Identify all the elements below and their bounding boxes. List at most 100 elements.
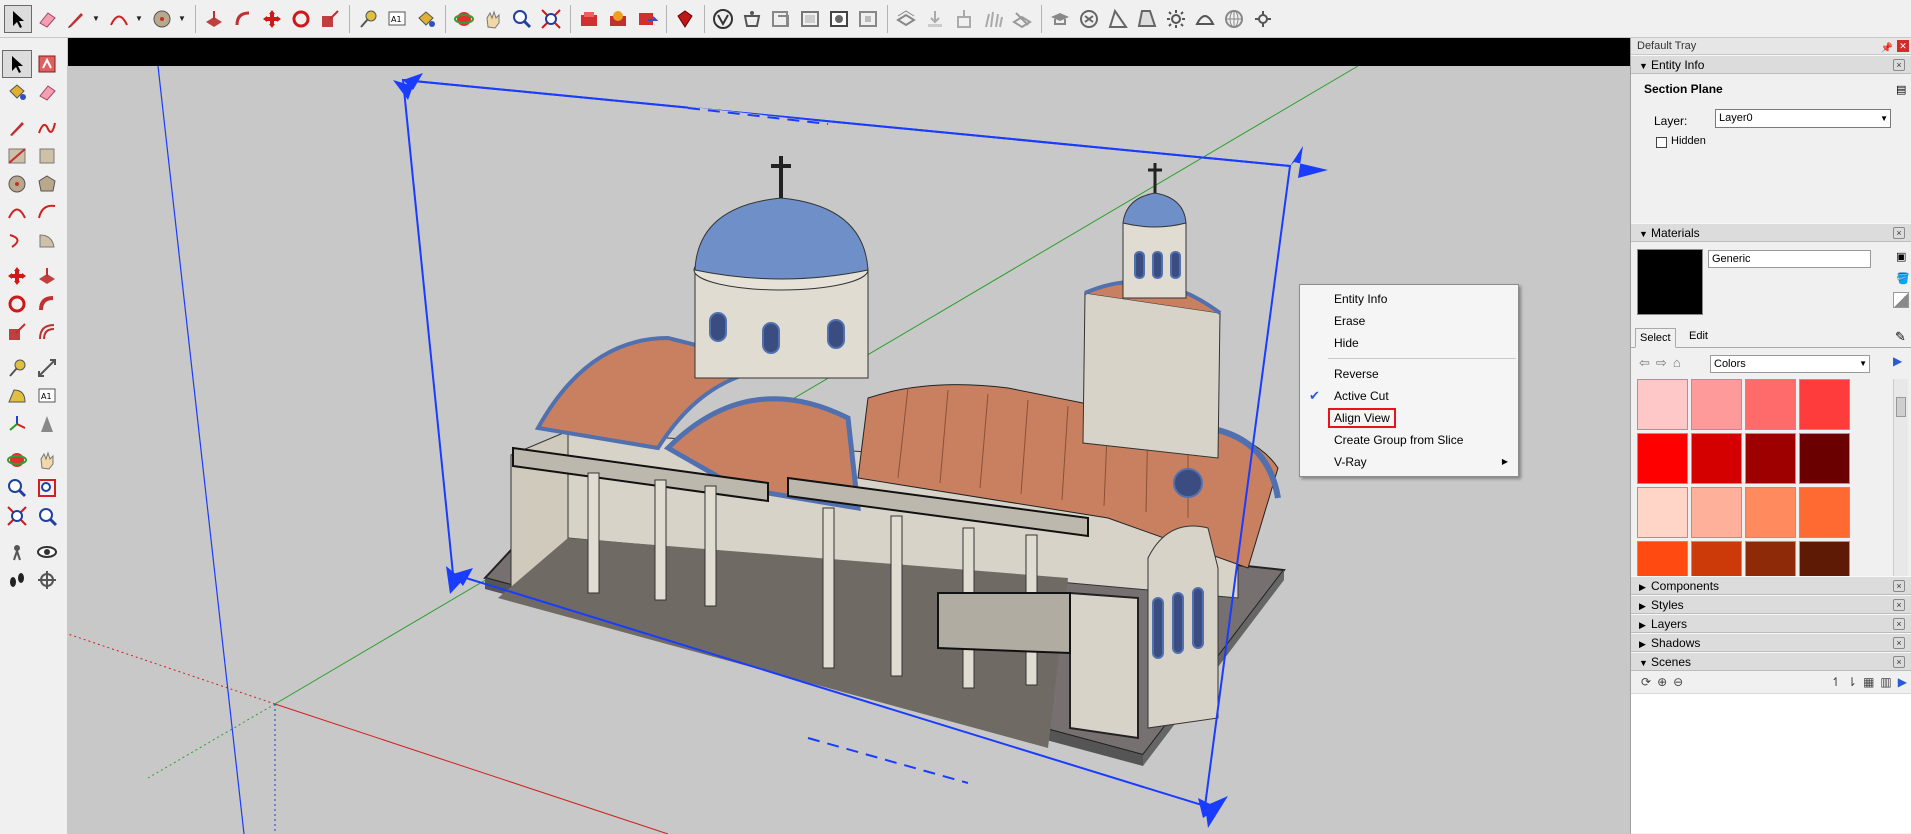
- material-swatch[interactable]: [1745, 379, 1796, 430]
- render-icon[interactable]: [825, 5, 853, 33]
- circle-icon[interactable]: [148, 5, 176, 33]
- close-icon[interactable]: ×: [1893, 59, 1905, 71]
- menu-item-vray[interactable]: V-Ray ▶: [1300, 451, 1518, 473]
- sun-icon[interactable]: [1162, 5, 1190, 33]
- material-swatch[interactable]: [1745, 541, 1796, 579]
- close-icon[interactable]: ×: [1893, 618, 1905, 630]
- section-plane-icon[interactable]: [32, 566, 62, 594]
- select-icon[interactable]: [2, 50, 32, 78]
- tab-edit[interactable]: Edit: [1685, 330, 1712, 342]
- material-swatch[interactable]: [1745, 433, 1796, 484]
- plane-icon[interactable]: [1008, 5, 1036, 33]
- walk-icon[interactable]: [2, 566, 32, 594]
- sphere-light-icon[interactable]: [1075, 5, 1103, 33]
- close-icon[interactable]: ×: [1893, 656, 1905, 668]
- fur-icon[interactable]: [979, 5, 1007, 33]
- material-swatch[interactable]: [1637, 487, 1688, 538]
- move-icon[interactable]: [2, 262, 32, 290]
- material-swatch[interactable]: [1799, 541, 1850, 579]
- freehand-icon[interactable]: [32, 114, 62, 142]
- close-icon[interactable]: ✕: [1897, 40, 1909, 52]
- pie-icon[interactable]: [32, 226, 62, 254]
- spot-cone-icon[interactable]: [1133, 5, 1161, 33]
- details-icon[interactable]: ▥: [1880, 675, 1891, 689]
- details-arrow-icon[interactable]: ▶: [1893, 354, 1902, 368]
- panel-header-styles[interactable]: ▶ Styles ×: [1631, 595, 1911, 614]
- previous-view-icon[interactable]: [32, 502, 62, 530]
- axes-icon[interactable]: [2, 410, 32, 438]
- details-arrow-icon[interactable]: ▶: [1898, 675, 1907, 689]
- menu-item-align-view[interactable]: Align View: [1300, 407, 1518, 429]
- forward-arrow-icon[interactable]: ⇨: [1656, 355, 1673, 370]
- rotate-icon[interactable]: [2, 290, 32, 318]
- two-point-arc-icon[interactable]: [32, 198, 62, 226]
- select-arrow-icon[interactable]: [4, 4, 32, 33]
- ies-light-icon[interactable]: [950, 5, 978, 33]
- current-material-swatch[interactable]: [1637, 249, 1703, 315]
- vray-icon[interactable]: [709, 5, 737, 33]
- zoom-icon[interactable]: [2, 474, 32, 502]
- close-icon[interactable]: ×: [1893, 599, 1905, 611]
- material-swatch[interactable]: [1799, 433, 1850, 484]
- scale-icon[interactable]: [316, 5, 344, 33]
- tab-select[interactable]: Select: [1635, 328, 1676, 348]
- look-around-icon[interactable]: [32, 538, 62, 566]
- warehouse-share-icon[interactable]: [604, 5, 632, 33]
- eraser-icon[interactable]: [32, 78, 62, 106]
- omni-gear-icon[interactable]: [1249, 5, 1277, 33]
- paint-bucket-icon[interactable]: 🪣: [1896, 272, 1910, 285]
- swatch-scrollbar[interactable]: [1893, 379, 1908, 576]
- viewport-3d[interactable]: Entity Info Erase Hide Reverse ✔ Active C…: [68, 38, 1630, 834]
- collection-select[interactable]: Colors: [1710, 355, 1870, 373]
- paint-bucket-icon[interactable]: [2, 78, 32, 106]
- sun-light-icon[interactable]: [892, 5, 920, 33]
- menu-item-hide[interactable]: Hide: [1300, 332, 1518, 354]
- material-swatch[interactable]: [1799, 379, 1850, 430]
- material-swatch[interactable]: [1637, 379, 1688, 430]
- zoom-extents-icon[interactable]: [2, 502, 32, 530]
- move-icon[interactable]: [258, 5, 286, 33]
- refresh-icon[interactable]: ⟳: [1641, 675, 1651, 689]
- material-swatch[interactable]: [1691, 487, 1742, 538]
- warehouse-get-models-icon[interactable]: [575, 5, 603, 33]
- back-arrow-icon[interactable]: ⇦: [1639, 355, 1656, 370]
- move-up-icon[interactable]: ↿: [1831, 675, 1841, 689]
- menu-item-entity-info[interactable]: Entity Info: [1300, 288, 1518, 310]
- close-icon[interactable]: ×: [1893, 580, 1905, 592]
- sample-paint-icon[interactable]: [1893, 292, 1909, 308]
- layer-select[interactable]: Layer0: [1715, 109, 1891, 128]
- arc-icon[interactable]: [105, 5, 133, 33]
- circle-icon[interactable]: [2, 170, 32, 198]
- pan-icon[interactable]: [479, 5, 507, 33]
- remove-scene-icon[interactable]: ⊖: [1673, 675, 1683, 689]
- offset-icon[interactable]: [32, 318, 62, 346]
- material-swatch[interactable]: [1799, 487, 1850, 538]
- material-swatch[interactable]: [1691, 433, 1742, 484]
- chevron-down-icon[interactable]: ▼: [134, 5, 144, 33]
- material-swatch[interactable]: [1637, 433, 1688, 484]
- pencil-icon[interactable]: [62, 5, 90, 33]
- globe-icon[interactable]: [1220, 5, 1248, 33]
- eraser-icon[interactable]: [33, 5, 61, 33]
- spot-light-icon[interactable]: [921, 5, 949, 33]
- scale-icon[interactable]: [2, 318, 32, 346]
- panel-header-layers[interactable]: ▶ Layers ×: [1631, 614, 1911, 633]
- scenes-list[interactable]: [1631, 693, 1911, 833]
- orbit-icon[interactable]: [450, 5, 478, 33]
- tape-measure-icon[interactable]: [354, 5, 382, 33]
- three-point-arc-icon[interactable]: [2, 226, 32, 254]
- close-icon[interactable]: ×: [1893, 227, 1905, 239]
- hidden-checkbox[interactable]: [1656, 137, 1667, 148]
- panel-header-components[interactable]: ▶ Components ×: [1631, 576, 1911, 595]
- material-swatch[interactable]: [1637, 541, 1688, 579]
- follow-me-icon[interactable]: [32, 290, 62, 318]
- panel-header-materials[interactable]: ▼ Materials ×: [1631, 223, 1911, 242]
- zoom-window-icon[interactable]: [32, 474, 62, 502]
- material-swatch[interactable]: [1691, 379, 1742, 430]
- dome-icon[interactable]: [1191, 5, 1219, 33]
- vray-material-editor-icon[interactable]: [738, 5, 766, 33]
- line-icon[interactable]: [2, 114, 32, 142]
- zoom-icon[interactable]: [508, 5, 536, 33]
- dimension-icon[interactable]: [32, 354, 62, 382]
- panel-header-scenes[interactable]: ▼ Scenes ×: [1631, 652, 1911, 671]
